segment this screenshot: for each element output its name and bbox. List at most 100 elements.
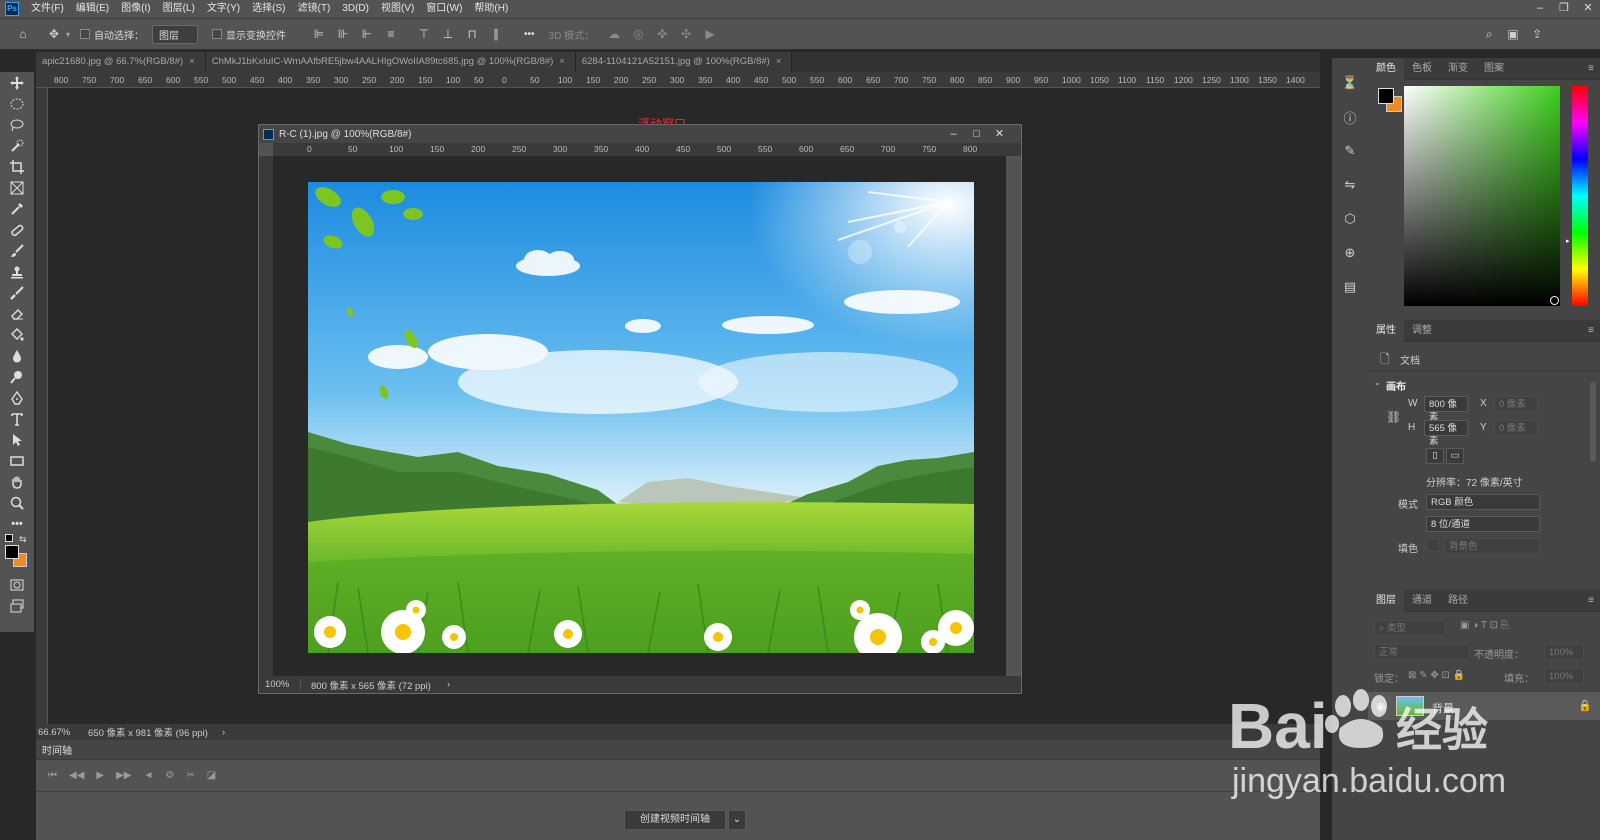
tab-adjustments[interactable]: 调整 bbox=[1404, 320, 1440, 342]
marquee-tool[interactable] bbox=[0, 93, 34, 114]
floating-zoom-level[interactable]: 100% bbox=[259, 679, 301, 690]
menu-image[interactable]: 图像(I) bbox=[115, 0, 156, 18]
hand-tool[interactable] bbox=[0, 471, 34, 492]
y-field[interactable]: 0 像素 bbox=[1494, 420, 1538, 436]
screen-mode-button[interactable] bbox=[0, 595, 34, 616]
paint-bucket-tool[interactable] bbox=[0, 324, 34, 345]
distribute-vertical-icon[interactable]: ∥ bbox=[489, 27, 503, 41]
libraries-panel-icon[interactable]: ▤ bbox=[1332, 270, 1368, 304]
auto-select-checkbox[interactable]: 自动选择： bbox=[80, 27, 144, 42]
fill-color-swatch[interactable] bbox=[1426, 538, 1440, 552]
layer-filter-dropdown[interactable]: ⌕ 类型 bbox=[1374, 620, 1446, 636]
move-tool-icon[interactable]: ✥ bbox=[47, 27, 61, 41]
path-select-tool[interactable] bbox=[0, 429, 34, 450]
next-frame-icon[interactable]: ▶▶ bbox=[116, 770, 131, 781]
move-tool[interactable] bbox=[0, 72, 34, 93]
tab-gradients[interactable]: 渐变 bbox=[1440, 58, 1476, 80]
layer-row[interactable]: ◉ 背景 🔒 bbox=[1368, 692, 1600, 720]
info-panel-icon[interactable]: ⓘ bbox=[1332, 100, 1368, 134]
create-video-timeline-button[interactable]: 创建视频时间轴 bbox=[624, 810, 726, 830]
menu-filter[interactable]: 滤镜(T) bbox=[292, 0, 337, 18]
tab-document-3[interactable]: 6284-1104121A52151.jpg @ 100%(RGB/8#) × bbox=[575, 52, 793, 72]
tab-layers[interactable]: 图层 bbox=[1368, 589, 1404, 612]
align-center-icon[interactable]: ⊪ bbox=[336, 27, 350, 41]
properties-scrollbar[interactable] bbox=[1590, 382, 1596, 462]
camera-3d-icon[interactable]: ▶ bbox=[703, 27, 717, 41]
tab-patterns[interactable]: 图案 bbox=[1476, 58, 1512, 80]
fill-dropdown[interactable]: 背景色 bbox=[1444, 538, 1540, 554]
orbit-3d-icon[interactable]: ☁ bbox=[607, 27, 621, 41]
doc-info-arrow-icon[interactable]: › bbox=[222, 727, 225, 738]
chevron-down-icon[interactable]: ⌄ bbox=[1374, 378, 1381, 387]
quick-mask-button[interactable] bbox=[0, 574, 34, 595]
crop-tool[interactable] bbox=[0, 156, 34, 177]
lasso-tool[interactable] bbox=[0, 114, 34, 135]
menu-type[interactable]: 文字(Y) bbox=[201, 0, 246, 18]
zoom-level[interactable]: 66.67% bbox=[38, 727, 82, 738]
transition-icon[interactable]: ◪ bbox=[207, 770, 216, 781]
pen-tool[interactable] bbox=[0, 387, 34, 408]
history-panel-icon[interactable]: ⏳ bbox=[1332, 66, 1368, 100]
close-icon[interactable]: × bbox=[776, 56, 782, 67]
type-tool[interactable] bbox=[0, 408, 34, 429]
eyedropper-tool[interactable] bbox=[0, 198, 34, 219]
swap-colors-icon[interactable]: ⇆ bbox=[19, 534, 27, 545]
color-field[interactable] bbox=[1404, 86, 1560, 306]
quick-select-tool[interactable] bbox=[0, 135, 34, 156]
menu-help[interactable]: 帮助(H) bbox=[468, 0, 514, 18]
menu-file[interactable]: 文件(F) bbox=[25, 0, 70, 18]
align-right-icon[interactable]: ⊩ bbox=[360, 27, 374, 41]
navigator-panel-icon[interactable]: ⊕ bbox=[1332, 236, 1368, 270]
tab-document-1[interactable]: apic21680.jpg @ 66.7%(RGB/8#) × bbox=[36, 52, 206, 72]
minimize-icon[interactable]: – bbox=[1528, 0, 1552, 18]
blend-mode-dropdown[interactable]: 正常 bbox=[1374, 644, 1470, 660]
show-transform-checkbox[interactable]: 显示变换控件 bbox=[212, 27, 286, 42]
fill-field[interactable]: 100% bbox=[1544, 668, 1584, 684]
frame-tool[interactable] bbox=[0, 177, 34, 198]
align-left-icon[interactable]: ⊫ bbox=[312, 27, 326, 41]
close-icon[interactable]: ✕ bbox=[1576, 0, 1600, 18]
blur-tool[interactable] bbox=[0, 345, 34, 366]
height-field[interactable]: 565 像素 bbox=[1424, 420, 1468, 447]
filter-icons[interactable]: ▣ ◑ T ⊡ ⎘ bbox=[1460, 620, 1509, 631]
audio-icon[interactable]: ◄ bbox=[143, 770, 153, 781]
hue-slider[interactable] bbox=[1572, 86, 1588, 306]
tool-preset-chevron-icon[interactable]: ▾ bbox=[66, 30, 70, 39]
split-icon[interactable]: ✂ bbox=[186, 770, 194, 781]
x-field[interactable]: 0 像素 bbox=[1494, 396, 1538, 412]
bit-depth-dropdown[interactable]: 8 位/通道 bbox=[1426, 516, 1540, 532]
tab-paths[interactable]: 路径 bbox=[1440, 590, 1476, 612]
panel-menu-icon[interactable]: ≡ bbox=[1588, 63, 1594, 74]
color-picker-cursor[interactable] bbox=[1550, 296, 1559, 305]
timeline-tab[interactable]: 时间轴 bbox=[42, 742, 72, 757]
slide-3d-icon[interactable]: ✣ bbox=[679, 27, 693, 41]
tab-document-2[interactable]: ChMkJ1bKxIuIC-WmAAfbRE5jbw4AALHIgOWoIIA8… bbox=[205, 52, 576, 72]
floating-window-titlebar[interactable]: R-C (1).jpg @ 100%(RGB/8#) – □ ✕ bbox=[259, 125, 1021, 143]
prev-frame-icon[interactable]: ◀◀ bbox=[69, 770, 84, 781]
brush-tool[interactable] bbox=[0, 240, 34, 261]
distribute-icon[interactable]: ≡ bbox=[384, 27, 398, 41]
play-icon[interactable]: ▶ bbox=[96, 770, 104, 781]
menu-window[interactable]: 窗口(W) bbox=[420, 0, 468, 18]
eraser-tool[interactable] bbox=[0, 303, 34, 324]
healing-brush-tool[interactable] bbox=[0, 219, 34, 240]
share-icon[interactable]: ⇪ bbox=[1530, 27, 1544, 41]
default-colors-icon[interactable] bbox=[5, 534, 13, 542]
minimize-icon[interactable]: – bbox=[942, 125, 965, 143]
tab-properties[interactable]: 属性 bbox=[1368, 319, 1404, 342]
eye-icon[interactable]: ◉ bbox=[1376, 700, 1386, 713]
stamp-tool[interactable] bbox=[0, 261, 34, 282]
foreground-color-swatch[interactable] bbox=[5, 545, 19, 559]
link-icon[interactable]: ⛓ bbox=[1386, 410, 1401, 424]
mode-dropdown[interactable]: RGB 颜色 bbox=[1426, 494, 1540, 510]
panel-menu-icon[interactable]: ≡ bbox=[1588, 325, 1594, 336]
home-icon[interactable]: ⌂ bbox=[16, 27, 30, 41]
workspace-icon[interactable]: ▣ bbox=[1506, 27, 1520, 41]
lock-icons[interactable]: ⊠ ✎ ✥ ⊡ 🔒 bbox=[1408, 670, 1465, 681]
adjust-panel-icon[interactable]: ⇋ bbox=[1332, 168, 1368, 202]
align-middle-icon[interactable]: ⊥ bbox=[441, 27, 455, 41]
menu-view[interactable]: 视图(V) bbox=[375, 0, 420, 18]
edit-toolbar[interactable]: ••• bbox=[0, 513, 34, 534]
tab-color[interactable]: 颜色 bbox=[1368, 57, 1404, 80]
menu-3d[interactable]: 3D(D) bbox=[336, 0, 375, 18]
